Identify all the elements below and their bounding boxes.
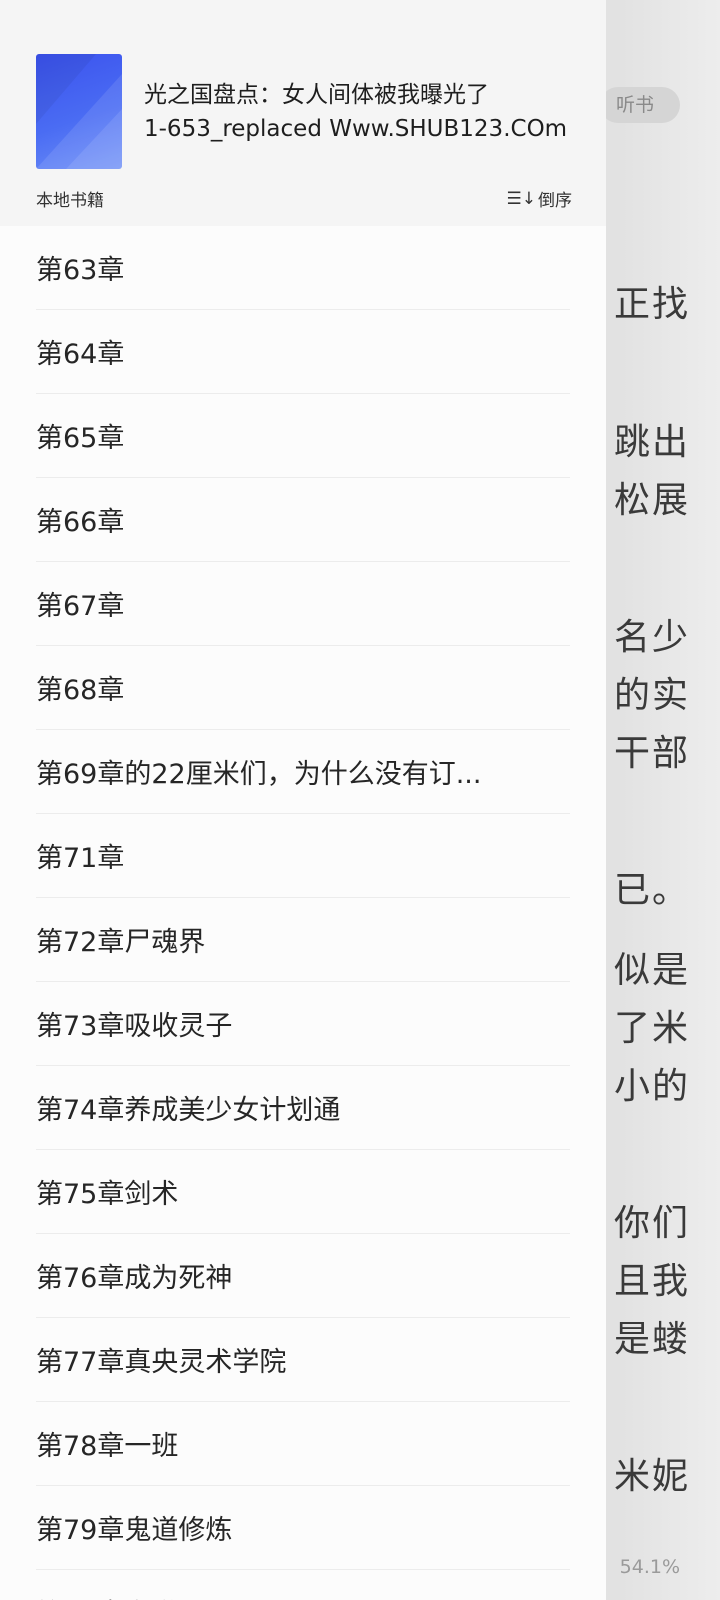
chapter-item[interactable]: 第71章 xyxy=(36,814,570,898)
source-label: 本地书籍 xyxy=(36,191,104,211)
chapter-item[interactable]: 第65章 xyxy=(36,394,570,478)
chapter-item[interactable]: 第78章一班 xyxy=(36,1402,570,1486)
chapter-item[interactable]: 第79章鬼道修炼 xyxy=(36,1486,570,1570)
chapter-item[interactable]: 第73章吸收灵子 xyxy=(36,982,570,1066)
book-title-line: 光之国盘点：女人间体被我曝光了 xyxy=(144,82,489,108)
chapter-item[interactable]: 第72章尸魂界 xyxy=(36,898,570,982)
book-title: 光之国盘点：女人间体被我曝光了 1-653_replaced Www.SHUB1… xyxy=(144,78,584,146)
chapter-item[interactable]: 第64章 xyxy=(36,310,570,394)
toc-drawer: 光之国盘点：女人间体被我曝光了 1-653_replaced Www.SHUB1… xyxy=(0,0,606,1600)
sort-label: 倒序 xyxy=(538,191,572,211)
reading-progress: 54.1% xyxy=(619,1556,680,1578)
chapter-item[interactable]: 第63章 xyxy=(36,226,570,310)
drawer-header: 光之国盘点：女人间体被我曝光了 1-653_replaced Www.SHUB1… xyxy=(0,0,606,226)
book-cover[interactable] xyxy=(36,54,122,169)
chapter-list: 第63章 第64章 第65章 第66章 第67章 第68章 第69章的22厘米们… xyxy=(0,226,606,1600)
chapter-item[interactable]: 第75章剑术 xyxy=(36,1150,570,1234)
cover-pattern xyxy=(36,54,122,169)
screen: 听书 正找 跳出 松展 名少 的实 干部 已。 似是 了米 小的 你们 且我 是… xyxy=(0,0,720,1600)
chapter-item[interactable]: 第66章 xyxy=(36,478,570,562)
chapter-item[interactable]: 第77章真央灵术学院 xyxy=(36,1318,570,1402)
chapter-item[interactable]: 第67章 xyxy=(36,562,570,646)
chapter-item[interactable]: 第68章 xyxy=(36,646,570,730)
chapter-item[interactable]: 第80章鬼道 xyxy=(36,1570,570,1600)
listen-button[interactable]: 听书 xyxy=(600,87,680,123)
book-title-line: 1-653_replaced Www.SHUB123.COm xyxy=(144,116,568,142)
chapter-item[interactable]: 第69章的22厘米们，为什么没有订... xyxy=(36,730,570,814)
chapter-item[interactable]: 第74章养成美少女计划通 xyxy=(36,1066,570,1150)
sort-order-button[interactable]: ☰↓ 倒序 xyxy=(506,186,572,212)
chapter-item[interactable]: 第76章成为死神 xyxy=(36,1234,570,1318)
reverse-sort-icon: ☰↓ xyxy=(506,188,536,209)
